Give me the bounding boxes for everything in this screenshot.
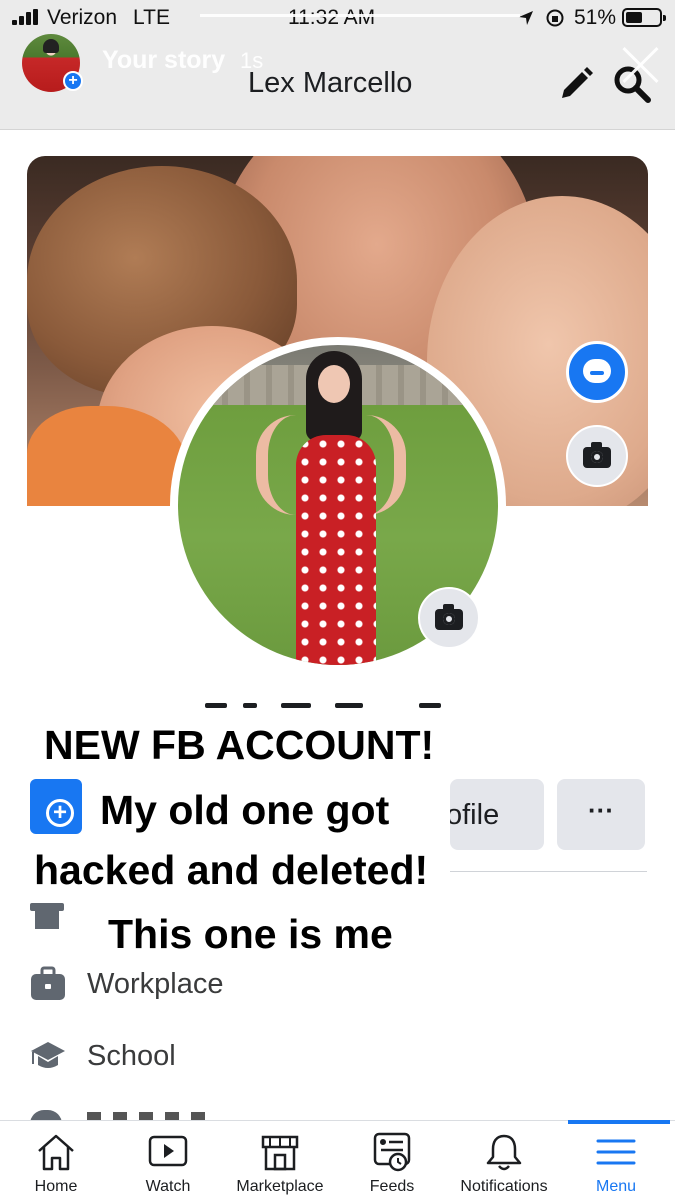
overlay-text-line: My old one got <box>90 783 400 838</box>
active-tab-indicator <box>568 1120 670 1124</box>
tab-label: Watch <box>145 1178 191 1195</box>
profile-camera-button[interactable] <box>418 587 480 649</box>
edit-profile-label: ofile <box>450 799 500 831</box>
marketplace-icon <box>261 1135 299 1171</box>
more-button[interactable]: ··· <box>557 779 645 850</box>
orientation-lock-icon <box>546 9 564 27</box>
network-label: LTE <box>133 6 170 29</box>
briefcase-icon <box>31 966 65 1000</box>
feeds-icon <box>373 1132 411 1172</box>
camera-icon <box>435 604 463 630</box>
add-to-story-button[interactable]: + <box>30 779 82 834</box>
menu-icon <box>596 1139 636 1165</box>
house-icon <box>30 903 64 931</box>
location-arrow-icon <box>519 11 533 25</box>
battery-percent: 51% <box>574 6 617 29</box>
battery-icon <box>622 8 666 27</box>
story-progress-bar <box>200 14 520 17</box>
camera-icon <box>583 442 611 468</box>
edit-profile-button[interactable]: ofile <box>450 779 544 850</box>
cover-camera-button[interactable] <box>566 425 628 487</box>
bell-icon <box>486 1134 522 1171</box>
tab-marketplace[interactable]: Marketplace <box>224 1121 336 1200</box>
add-story-icon[interactable]: + <box>63 71 83 91</box>
profile-header: + Your story 1s Lex Marcello <box>0 34 675 130</box>
plus-icon: + <box>46 799 74 827</box>
your-story-label[interactable]: Your story <box>102 46 225 75</box>
tab-home[interactable]: Home <box>0 1121 112 1200</box>
tab-label: Menu <box>595 1178 637 1195</box>
avatar-icon <box>583 359 611 383</box>
status-bar: Verizon LTE 11:32 AM 51% <box>0 0 675 34</box>
tab-label: Feeds <box>369 1178 415 1195</box>
overlay-text-line: hacked and deleted! <box>22 843 441 898</box>
detail-label: School <box>87 1040 176 1072</box>
graduation-cap-icon <box>31 1042 65 1068</box>
home-icon <box>38 1134 74 1171</box>
tab-feeds[interactable]: Feeds <box>336 1121 448 1200</box>
battery-fill <box>626 12 643 23</box>
profile-name-obscured <box>205 703 445 709</box>
bottom-tab-bar: Home Watch Marketplace Feeds Notificatio… <box>0 1120 675 1200</box>
watch-icon <box>148 1135 188 1167</box>
overlay-text-line: This one is me <box>108 911 393 957</box>
pencil-icon[interactable] <box>556 64 596 104</box>
tab-label: Home <box>34 1178 78 1195</box>
signal-icon <box>12 9 42 25</box>
detail-label: Workplace <box>87 968 224 1000</box>
tab-notifications[interactable]: Notifications <box>448 1121 560 1200</box>
carrier-label: Verizon <box>47 6 118 29</box>
page-title: Lex Marcello <box>248 67 413 99</box>
tab-watch[interactable]: Watch <box>112 1121 224 1200</box>
avatar-button[interactable] <box>566 341 628 403</box>
clock: 11:32 AM <box>288 6 376 29</box>
close-icon[interactable] <box>620 44 660 84</box>
overlay-text-line: NEW FB ACCOUNT! <box>34 718 445 773</box>
tab-label: Marketplace <box>236 1178 324 1195</box>
divider <box>450 871 647 872</box>
tab-menu[interactable]: Menu <box>560 1121 672 1200</box>
tab-label: Notifications <box>460 1178 548 1195</box>
